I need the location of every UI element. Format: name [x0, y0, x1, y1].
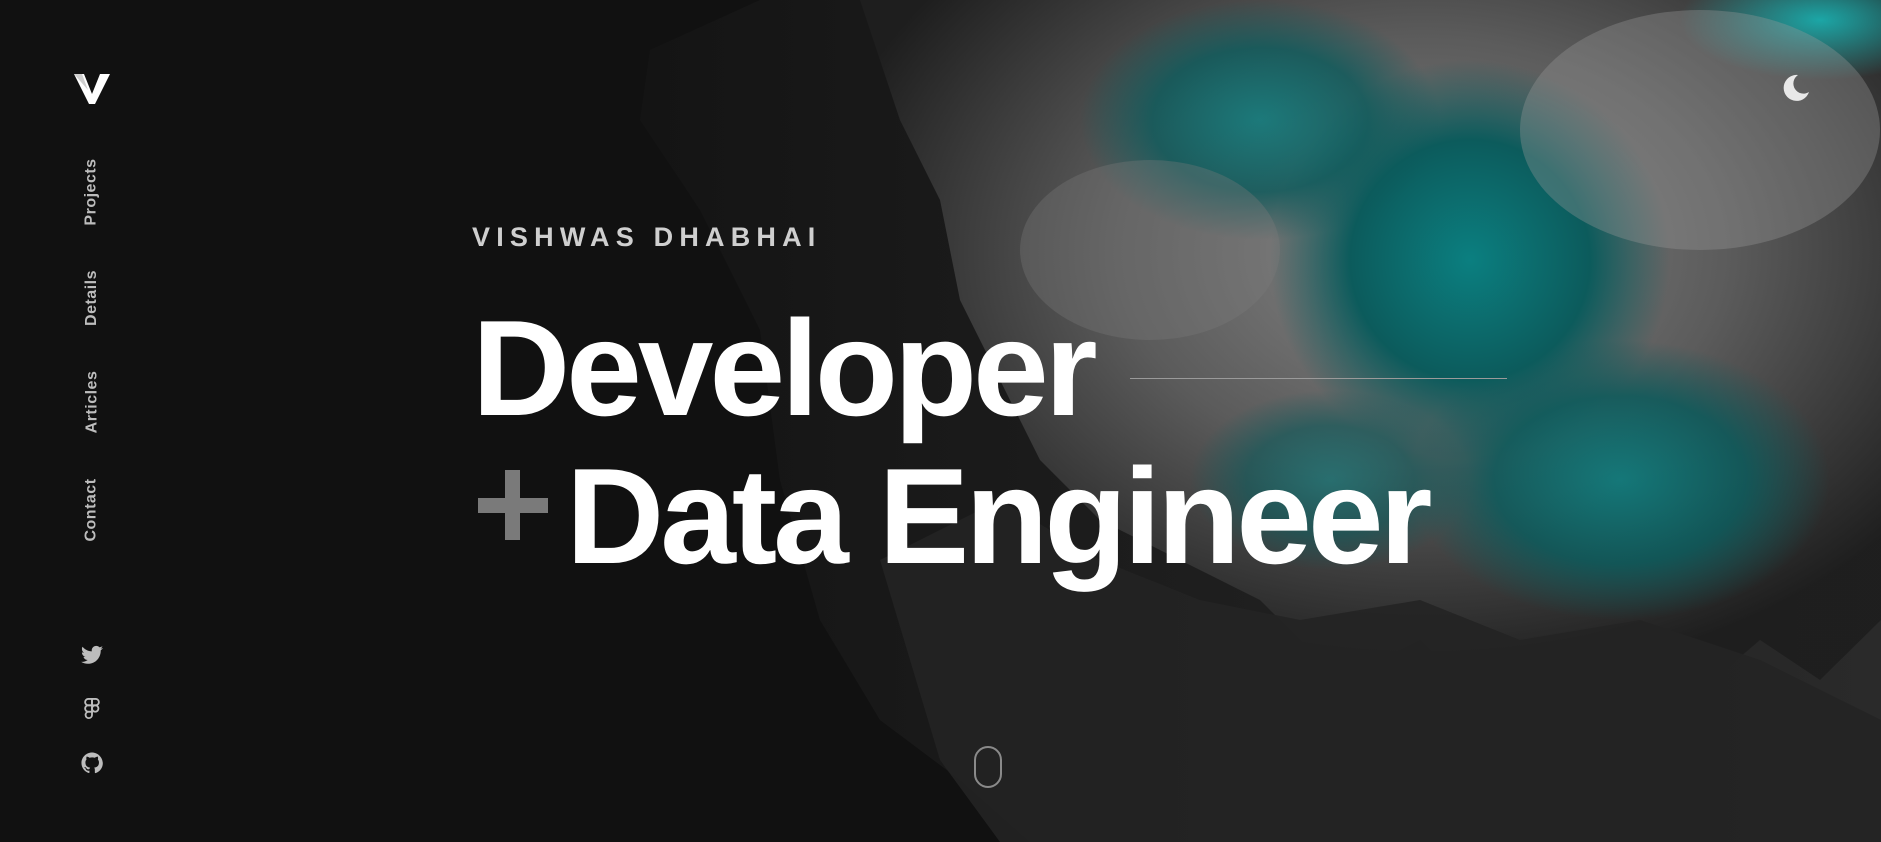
nav-item-label: Contact	[83, 478, 100, 542]
nav-item-details[interactable]: Details	[74, 260, 110, 336]
scroll-indicator[interactable]	[974, 746, 1002, 788]
hero-name: VISHWAS DHABHAI	[472, 222, 822, 252]
v-monogram-logo[interactable]	[74, 72, 110, 106]
nav-item-projects[interactable]: Projects	[74, 150, 110, 234]
twitter-icon[interactable]	[80, 643, 104, 667]
nav-item-label: Articles	[83, 370, 101, 434]
nav-item-contact[interactable]: Contact	[74, 470, 110, 550]
figma-icon[interactable]	[80, 697, 104, 721]
nav-item-articles[interactable]: Articles	[74, 364, 110, 440]
plus-icon	[478, 470, 550, 542]
github-icon[interactable]	[80, 751, 104, 775]
hero-title-line1: Developer	[472, 292, 1098, 444]
hero-divider-line	[1130, 378, 1507, 379]
hero-title-line2: Data Engineer	[566, 440, 1432, 592]
page: Projects Details Articles Contact VISHWA…	[0, 0, 1881, 842]
nav-item-label: Details	[83, 270, 100, 326]
nav-item-label: Projects	[83, 158, 101, 226]
moon-icon[interactable]	[1780, 72, 1812, 104]
